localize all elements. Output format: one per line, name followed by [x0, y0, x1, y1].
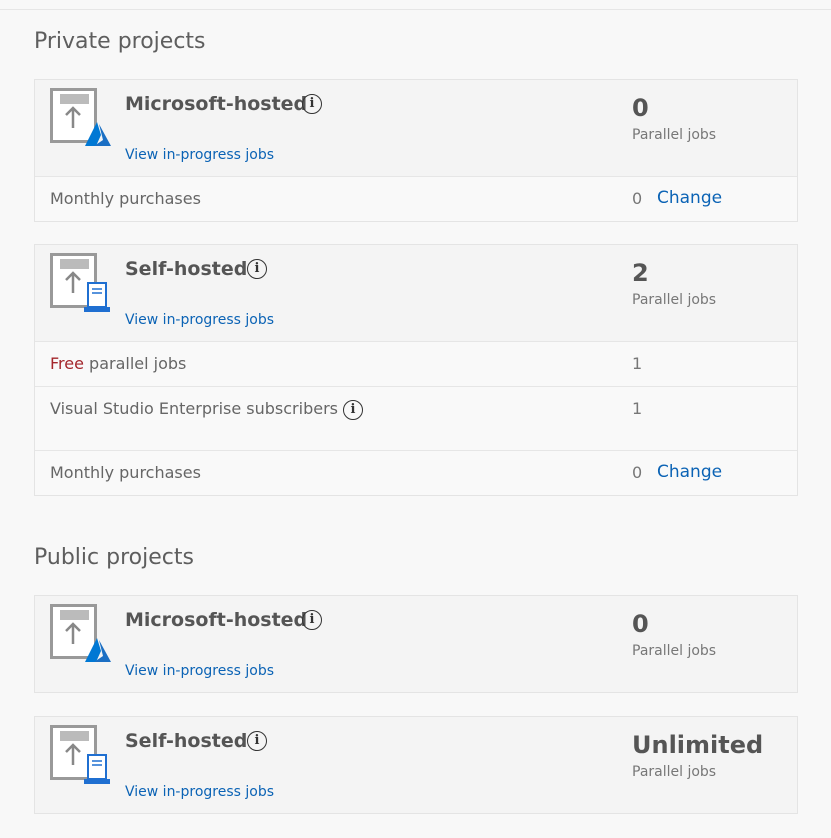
self-hosted-agent-icon — [50, 725, 110, 784]
view-in-progress-jobs-link[interactable]: View in-progress jobs — [125, 663, 274, 679]
row-label: Free parallel jobs — [50, 354, 186, 373]
view-in-progress-jobs-link[interactable]: View in-progress jobs — [125, 312, 274, 328]
parallel-jobs-label: Parallel jobs — [632, 643, 717, 659]
row-value: 0 — [632, 463, 643, 482]
parallel-jobs-count: Unlimited — [632, 731, 764, 759]
free-label: Free — [50, 354, 84, 373]
monthly-purchases-row: Monthly purchases 0 Change — [35, 450, 797, 495]
info-icon[interactable]: i — [302, 610, 322, 630]
row-label: Monthly purchases — [50, 463, 201, 482]
section-title-public: Public projects — [34, 545, 194, 570]
parallel-jobs-label: Parallel jobs — [632, 764, 717, 780]
parallel-jobs-count: 2 — [632, 259, 649, 287]
row-label: Visual Studio Enterprise subscribers — [50, 399, 338, 418]
info-icon[interactable]: i — [247, 259, 267, 279]
row-value: 1 — [632, 354, 643, 373]
azure-agent-icon — [50, 88, 111, 146]
vs-enterprise-row: Visual Studio Enterprise subscribers i 1 — [35, 386, 797, 450]
info-icon[interactable]: i — [343, 400, 363, 420]
row-label: Monthly purchases — [50, 189, 201, 208]
view-in-progress-jobs-link[interactable]: View in-progress jobs — [125, 147, 274, 163]
info-icon[interactable]: i — [302, 94, 322, 114]
monthly-purchases-row: Monthly purchases 0 Change — [35, 176, 797, 221]
card-title: Self-hosted — [125, 258, 248, 280]
parallel-jobs-label: Parallel jobs — [632, 292, 717, 308]
parallel-jobs-count: 0 — [632, 610, 649, 638]
private-self-hosted-card: Self-hosted i View in-progress jobs 2 Pa… — [34, 244, 798, 496]
section-title-private: Private projects — [34, 29, 206, 54]
card-title: Self-hosted — [125, 730, 248, 752]
public-self-hosted-card: Self-hosted i View in-progress jobs Unli… — [34, 716, 798, 814]
parallel-jobs-label: Parallel jobs — [632, 127, 717, 143]
card-header: Microsoft-hosted i View in-progress jobs… — [35, 80, 797, 176]
azure-agent-icon — [50, 604, 111, 662]
view-in-progress-jobs-link[interactable]: View in-progress jobs — [125, 784, 274, 800]
row-value: 1 — [632, 399, 643, 418]
info-icon[interactable]: i — [247, 731, 267, 751]
card-header: Self-hosted i View in-progress jobs 2 Pa… — [35, 245, 797, 341]
change-link[interactable]: Change — [657, 462, 722, 482]
card-header: Microsoft-hosted i View in-progress jobs… — [35, 596, 797, 692]
parallel-jobs-count: 0 — [632, 94, 649, 122]
top-divider — [0, 9, 831, 10]
row-value: 0 — [632, 189, 643, 208]
row-label-suffix: parallel jobs — [83, 354, 187, 373]
self-hosted-agent-icon — [50, 253, 110, 312]
change-link[interactable]: Change — [657, 188, 722, 208]
public-microsoft-hosted-card: Microsoft-hosted i View in-progress jobs… — [34, 595, 798, 693]
card-title: Microsoft-hosted — [125, 93, 308, 115]
free-parallel-jobs-row: Free parallel jobs 1 — [35, 341, 797, 386]
card-header: Self-hosted i View in-progress jobs Unli… — [35, 717, 797, 813]
card-title: Microsoft-hosted — [125, 609, 308, 631]
private-microsoft-hosted-card: Microsoft-hosted i View in-progress jobs… — [34, 79, 798, 222]
